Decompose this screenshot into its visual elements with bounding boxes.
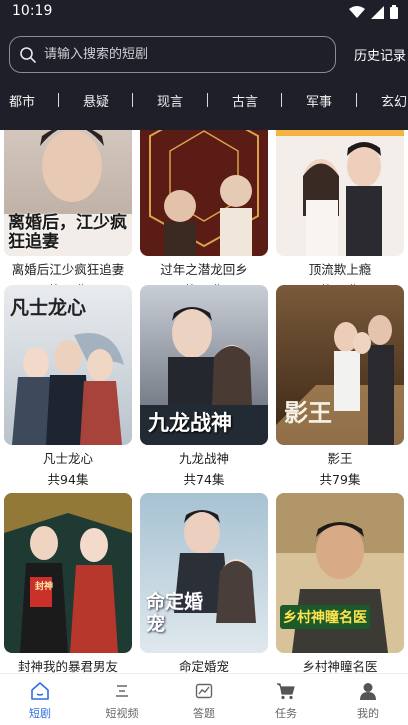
category-tab[interactable]: 悬疑 (83, 91, 109, 110)
category-divider (281, 93, 282, 107)
status-bar: 10:19 (0, 0, 408, 24)
drama-poster[interactable]: 影王 (276, 285, 404, 445)
drama-poster[interactable]: 封神 (4, 493, 132, 653)
drama-card[interactable]: 过年之潜龙回乡 共81集 (140, 130, 268, 299)
cart-icon (256, 680, 316, 702)
signal-icon (371, 5, 384, 23)
drama-title: 离婚后江少疯狂追妻 (11, 262, 125, 277)
battery-icon (390, 5, 398, 23)
status-time: 10:19 (12, 3, 53, 19)
drama-card[interactable]: 凡士龙心 凡士龙心 共94集 (4, 285, 132, 488)
drama-title: 乡村神瞳名医 (302, 659, 378, 673)
poster-title: 影王 (284, 398, 332, 427)
drama-poster[interactable]: 凡士龙心 (4, 285, 132, 445)
poster-title: 乡村神瞳名医 (280, 605, 370, 629)
drama-poster[interactable]: 乡村神瞳名医 (276, 493, 404, 653)
wifi-icon (349, 6, 365, 22)
category-tab[interactable]: 古言 (232, 91, 258, 110)
tab-short-video[interactable]: 短视频 (92, 680, 152, 721)
poster-title: 九龙战神 (148, 411, 232, 435)
history-button[interactable]: 历史记录 (354, 45, 406, 64)
drama-poster[interactable]: 九龙战神 (140, 285, 268, 445)
drama-title: 九龙战神 (178, 451, 229, 466)
drama-card[interactable]: 命定婚宠 命定婚宠 (140, 493, 268, 673)
search-input[interactable] (44, 47, 324, 62)
poster-title: 命定婚宠 (146, 591, 204, 635)
drama-title: 凡士龙心 (42, 451, 93, 466)
home-icon (10, 680, 70, 702)
tab-tasks[interactable]: 任务 (256, 680, 316, 721)
drama-title: 过年之潜龙回乡 (160, 262, 248, 277)
category-tab[interactable]: 都市 (9, 91, 35, 110)
tab-quiz[interactable]: 答题 (174, 680, 234, 721)
category-tab[interactable]: 玄幻 (381, 91, 407, 110)
chart-icon (174, 680, 234, 702)
header: 历史记录 都市 悬疑 现言 古言 军事 玄幻 (0, 24, 408, 130)
tab-mine[interactable]: 我的 (338, 680, 398, 721)
drama-title: 封神我的暴君男友 (17, 659, 118, 673)
drama-card[interactable]: 封神 封神我的暴君男友 (4, 493, 132, 673)
poster-title: 离婚后，江少疯狂追妻 (8, 213, 127, 252)
tab-label: 短剧 (29, 707, 51, 720)
tab-label: 任务 (275, 707, 297, 720)
poster-title: 封神 (35, 582, 54, 592)
poster-title: 凡士龙心 (10, 297, 87, 319)
status-icons (349, 5, 398, 23)
drama-card[interactable]: 欺 顶流欺上瘾 共55集 (276, 130, 404, 299)
drama-card[interactable]: 影王 影王 共79集 (276, 285, 404, 488)
category-tab[interactable]: 现言 (157, 91, 183, 110)
episode-count: 共94集 (47, 472, 89, 487)
tab-label: 答题 (193, 707, 215, 720)
category-divider (356, 93, 357, 107)
search-icon (18, 45, 38, 65)
category-divider (58, 93, 59, 107)
drama-poster[interactable] (140, 130, 268, 256)
drama-card[interactable]: 离婚后，江少疯狂追妻 离婚后江少疯狂追妻 共78集 (4, 130, 132, 299)
drama-poster[interactable]: 离婚后，江少疯狂追妻 (4, 130, 132, 256)
category-tabs: 都市 悬疑 现言 古言 军事 玄幻 (0, 88, 408, 112)
drama-poster[interactable]: 命定婚宠 (140, 493, 268, 653)
tab-label: 短视频 (105, 707, 139, 720)
drama-title: 影王 (327, 451, 353, 466)
search-bar[interactable] (9, 36, 336, 73)
category-tab[interactable]: 军事 (306, 91, 332, 110)
category-divider (207, 93, 208, 107)
drama-grid: 离婚后，江少疯狂追妻 离婚后江少疯狂追妻 共78集 过年之潜龙回乡 共81集 (0, 130, 408, 673)
drama-card[interactable]: 乡村神瞳名医 乡村神瞳名医 (276, 493, 404, 673)
user-icon (338, 680, 398, 702)
episode-count: 共74集 (183, 472, 225, 487)
episode-count: 共79集 (319, 472, 361, 487)
category-divider (132, 93, 133, 107)
menu-icon (92, 680, 152, 702)
drama-title: 命定婚宠 (178, 659, 229, 673)
tab-short-drama[interactable]: 短剧 (10, 680, 70, 721)
drama-card[interactable]: 九龙战神 九龙战神 共74集 (140, 285, 268, 488)
bottom-tab-bar: 短剧 短视频 答题 任务 我的 (0, 673, 408, 725)
drama-poster[interactable]: 欺 (276, 130, 404, 256)
drama-title: 顶流欺上瘾 (308, 262, 372, 277)
tab-label: 我的 (357, 707, 379, 720)
